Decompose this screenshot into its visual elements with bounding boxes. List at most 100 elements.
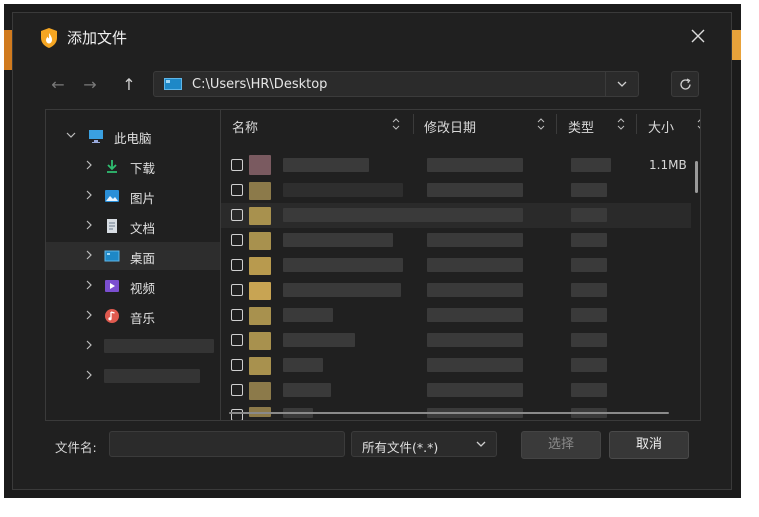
horizontal-scrollbar[interactable]	[229, 412, 669, 414]
sidebar-label: 视频	[130, 281, 156, 296]
sidebar-item-documents[interactable]: 文档	[46, 212, 220, 240]
sidebar-label: 图片	[130, 191, 156, 206]
blurred-date	[427, 333, 523, 347]
sort-icon	[537, 118, 545, 130]
row-checkbox[interactable]	[231, 384, 243, 396]
file-row[interactable]	[221, 253, 691, 278]
address-dropdown[interactable]	[605, 72, 638, 96]
up-arrow-icon[interactable]: ↑	[118, 75, 140, 95]
address-bar[interactable]: C:\Users\HR\Desktop	[153, 71, 639, 97]
row-checkbox[interactable]	[231, 159, 243, 171]
blurred-type	[571, 233, 607, 247]
column-separator[interactable]	[636, 114, 637, 134]
sidebar-item-desktop[interactable]: 桌面	[46, 242, 220, 270]
row-checkbox[interactable]	[231, 209, 243, 221]
file-row[interactable]	[221, 228, 691, 253]
blurred-type	[571, 383, 607, 397]
sidebar-item-pictures[interactable]: 图片	[46, 182, 220, 210]
close-icon[interactable]	[689, 27, 707, 45]
blurred-date	[427, 308, 523, 322]
sidebar-item-drive[interactable]	[46, 362, 220, 390]
file-row[interactable]	[221, 178, 691, 203]
documents-icon	[107, 219, 117, 233]
chevron-right-icon	[86, 370, 92, 380]
blurred-date	[427, 383, 523, 397]
filename-input[interactable]	[109, 431, 345, 457]
app-shield-icon	[41, 28, 57, 48]
cancel-button[interactable]: 取消	[609, 431, 689, 459]
filetype-select[interactable]: 所有文件(*.*)	[351, 431, 497, 457]
blurred-type	[571, 258, 607, 272]
sidebar-label: 桌面	[130, 251, 156, 266]
folder-icon	[249, 332, 271, 350]
chevron-right-icon	[86, 310, 92, 320]
sort-icon	[617, 118, 625, 130]
blurred-filename	[283, 183, 403, 197]
chevron-right-icon	[86, 250, 92, 260]
column-type[interactable]: 类型	[568, 117, 594, 136]
select-button[interactable]: 选择	[521, 431, 601, 459]
folder-icon	[249, 182, 271, 200]
sidebar-item-this-pc[interactable]: 此电脑	[46, 122, 220, 150]
chevron-right-icon	[86, 340, 92, 350]
music-icon	[105, 309, 119, 323]
blurred-filename	[283, 158, 369, 172]
row-checkbox[interactable]	[231, 234, 243, 246]
sidebar-label: 文档	[130, 221, 156, 236]
folder-icon	[249, 307, 271, 325]
file-row[interactable]	[221, 328, 691, 353]
folder-icon	[249, 282, 271, 300]
blurred-label	[104, 369, 200, 383]
blurred-type	[571, 358, 607, 372]
forward-arrow-icon[interactable]: →	[79, 75, 101, 95]
filetype-value: 所有文件(*.*)	[362, 440, 439, 455]
refresh-button[interactable]	[671, 71, 699, 97]
sidebar-item-music[interactable]: 音乐	[46, 302, 220, 330]
column-separator[interactable]	[413, 114, 414, 134]
row-checkbox[interactable]	[231, 309, 243, 321]
blurred-filename	[283, 383, 331, 397]
blurred-label	[104, 339, 214, 353]
chevron-down-icon	[617, 81, 627, 87]
title-bar: 添加文件	[13, 13, 731, 59]
refresh-icon	[680, 78, 691, 90]
column-size[interactable]: 大小	[648, 117, 674, 136]
blurred-filename	[283, 208, 433, 222]
folder-icon	[249, 357, 271, 375]
sidebar-item-downloads[interactable]: 下载	[46, 152, 220, 180]
sidebar-item-videos[interactable]: 视频	[46, 272, 220, 300]
sidebar-label: 音乐	[130, 311, 156, 326]
file-row[interactable]	[221, 278, 691, 303]
row-checkbox[interactable]	[231, 359, 243, 371]
blurred-filename	[283, 258, 403, 272]
file-row[interactable]	[221, 353, 691, 378]
blurred-type	[571, 333, 607, 347]
folder-icon	[249, 207, 271, 225]
sidebar-label-this-pc: 此电脑	[114, 131, 152, 146]
sort-icon	[392, 118, 400, 130]
file-row[interactable]	[221, 203, 691, 228]
column-name[interactable]: 名称	[232, 117, 258, 136]
row-checkbox[interactable]	[231, 184, 243, 196]
blurred-type	[571, 158, 611, 172]
sort-icon	[697, 119, 700, 129]
chevron-down-icon	[66, 132, 76, 138]
desktop-folder-icon	[164, 78, 182, 90]
blurred-type	[571, 283, 607, 297]
row-checkbox[interactable]	[231, 259, 243, 271]
column-separator[interactable]	[556, 114, 557, 134]
vertical-scrollbar[interactable]	[695, 161, 698, 193]
blurred-filename	[283, 358, 323, 372]
sidebar-item-drive[interactable]	[46, 332, 220, 360]
back-arrow-icon[interactable]: ←	[47, 75, 69, 95]
row-checkbox[interactable]	[231, 284, 243, 296]
row-checkbox[interactable]	[231, 334, 243, 346]
column-date[interactable]: 修改日期	[424, 117, 476, 136]
pictures-icon	[105, 190, 119, 202]
blurred-filename	[283, 308, 333, 322]
row-checkbox[interactable]	[231, 409, 243, 420]
file-row[interactable]: 1.1MB	[221, 153, 691, 178]
file-thumbnail	[249, 155, 271, 175]
file-row[interactable]	[221, 303, 691, 328]
file-row[interactable]	[221, 378, 691, 403]
